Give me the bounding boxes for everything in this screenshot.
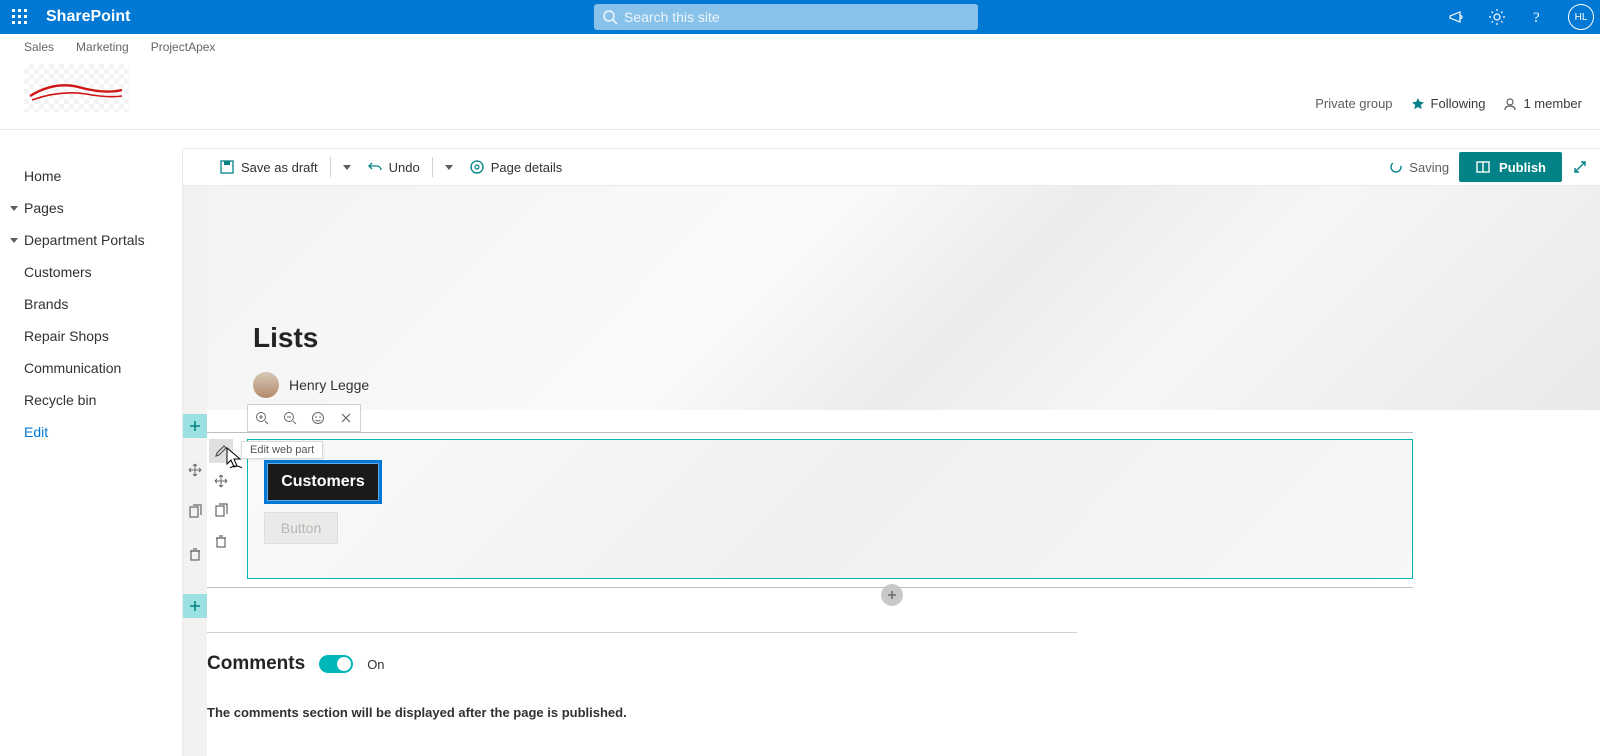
author-avatar bbox=[253, 372, 279, 398]
nav-edit-link[interactable]: Edit bbox=[0, 416, 182, 448]
hub-link[interactable]: ProjectApex bbox=[151, 40, 216, 50]
group-privacy: Private group bbox=[1315, 96, 1392, 111]
section: Edit web part Customers Button bbox=[207, 432, 1413, 588]
comments-state: On bbox=[367, 657, 384, 672]
add-section-button[interactable] bbox=[183, 414, 207, 438]
nav-item[interactable]: Repair Shops bbox=[0, 320, 182, 352]
page-title[interactable]: Lists bbox=[253, 322, 318, 354]
user-avatar[interactable]: HL bbox=[1568, 4, 1594, 30]
nav-item[interactable]: Communication bbox=[0, 352, 182, 384]
app-launcher-icon[interactable] bbox=[10, 7, 30, 27]
edit-webpart-icon[interactable] bbox=[209, 439, 233, 463]
rail-delete-icon[interactable] bbox=[183, 542, 207, 566]
help-icon[interactable]: ? bbox=[1528, 8, 1546, 26]
nav-home[interactable]: Home bbox=[0, 160, 182, 192]
hub-link[interactable]: Sales bbox=[24, 40, 54, 50]
save-draft-button[interactable]: Save as draft bbox=[211, 159, 326, 175]
close-icon[interactable] bbox=[332, 404, 360, 432]
comments-section: Comments On The comments section will be… bbox=[207, 632, 1077, 720]
page-details-button[interactable]: Page details bbox=[461, 159, 571, 175]
nav-pages[interactable]: Pages bbox=[0, 192, 182, 224]
nav-department-portals[interactable]: Department Portals bbox=[0, 224, 182, 256]
comments-title: Comments bbox=[207, 653, 305, 675]
nav-item[interactable]: Customers bbox=[0, 256, 182, 288]
saving-status: Saving bbox=[1389, 160, 1449, 175]
title-toolbar bbox=[247, 404, 361, 432]
webpart-toolbar bbox=[207, 439, 235, 553]
delete-webpart-icon[interactable] bbox=[209, 529, 233, 553]
comments-note: The comments section will be displayed a… bbox=[207, 705, 1077, 720]
command-bar: Save as draft Undo Page details Saving P… bbox=[183, 148, 1600, 186]
save-draft-chevron[interactable] bbox=[335, 165, 359, 170]
publish-button[interactable]: Publish bbox=[1459, 152, 1562, 182]
section-rail bbox=[183, 186, 207, 756]
members-link[interactable]: 1 member bbox=[1503, 96, 1582, 111]
site-logo[interactable] bbox=[24, 64, 130, 112]
title-region: Lists Henry Legge bbox=[207, 186, 1600, 410]
gear-icon[interactable] bbox=[1488, 8, 1506, 26]
customers-button[interactable]: Customers bbox=[264, 460, 382, 504]
megaphone-icon[interactable] bbox=[1448, 8, 1466, 26]
undo-chevron[interactable] bbox=[437, 165, 461, 170]
nav-item[interactable]: Recycle bin bbox=[0, 384, 182, 416]
follow-toggle[interactable]: Following bbox=[1411, 96, 1486, 111]
left-navigation: Home Pages Department Portals Customers … bbox=[0, 148, 183, 756]
add-section-button[interactable] bbox=[183, 594, 207, 618]
button-webpart[interactable]: Customers Button bbox=[247, 439, 1413, 579]
search-icon bbox=[602, 9, 618, 25]
page-author[interactable]: Henry Legge bbox=[253, 372, 369, 398]
duplicate-webpart-icon[interactable] bbox=[209, 499, 233, 523]
suite-brand[interactable]: SharePoint bbox=[46, 8, 130, 26]
undo-button[interactable]: Undo bbox=[359, 159, 428, 175]
svg-text:?: ? bbox=[1533, 10, 1540, 26]
nav-item[interactable]: Brands bbox=[0, 288, 182, 320]
button-placeholder[interactable]: Button bbox=[264, 512, 338, 544]
add-webpart-button[interactable] bbox=[881, 584, 903, 606]
hub-nav: Sales Marketing ProjectApex bbox=[0, 34, 1600, 50]
zoom-out-icon[interactable] bbox=[276, 404, 304, 432]
comments-toggle[interactable] bbox=[319, 655, 353, 673]
search-input[interactable] bbox=[594, 4, 978, 30]
expand-icon[interactable] bbox=[1572, 159, 1588, 175]
rail-duplicate-icon[interactable] bbox=[183, 500, 207, 524]
move-webpart-icon[interactable] bbox=[209, 469, 233, 493]
zoom-in-icon[interactable] bbox=[248, 404, 276, 432]
hub-link[interactable]: Marketing bbox=[76, 40, 129, 50]
edit-webpart-tooltip: Edit web part bbox=[241, 441, 323, 459]
rail-move-icon[interactable] bbox=[183, 458, 207, 482]
emoji-icon[interactable] bbox=[304, 404, 332, 432]
